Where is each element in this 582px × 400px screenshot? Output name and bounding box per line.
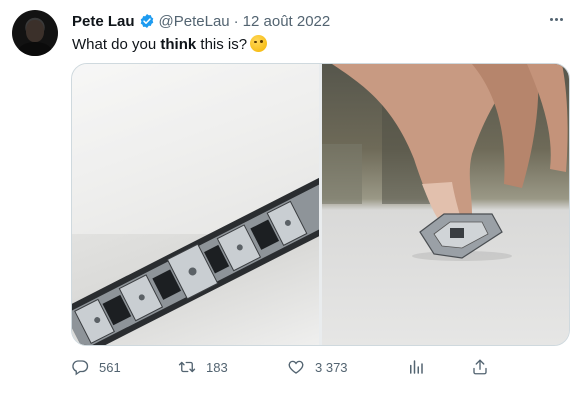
avatar[interactable] [12, 10, 58, 56]
tweet: Pete Lau @PeteLau · 12 août 2022 What do… [0, 0, 582, 400]
verified-badge-icon [140, 14, 153, 28]
avatar-face [26, 20, 44, 42]
tweet-text: What do you think this is? [72, 35, 268, 53]
reply-count: 561 [99, 359, 121, 375]
retweet-button[interactable]: 183 [178, 356, 228, 378]
author-name[interactable]: Pete Lau [72, 13, 135, 30]
tweet-date[interactable]: 12 août 2022 [243, 13, 331, 30]
more-options-icon[interactable] [544, 9, 568, 29]
more-dot [554, 17, 558, 21]
tweet-actions: 561 183 3 373 [71, 356, 501, 378]
hinge-illustration [72, 64, 319, 345]
like-icon [288, 360, 304, 374]
retweet-count: 183 [206, 359, 228, 375]
like-button[interactable]: 3 373 [287, 356, 348, 378]
more-dot [549, 17, 553, 21]
reply-button[interactable]: 561 [71, 356, 121, 378]
more-dot [559, 17, 563, 21]
retweet-icon [178, 361, 196, 373]
tweet-text-before: What do you [72, 36, 161, 53]
media-photo-folded-hinge[interactable] [322, 64, 569, 345]
tweet-header: Pete Lau @PeteLau · 12 août 2022 [72, 12, 330, 30]
avatar-shoulders [18, 42, 52, 56]
winking-face-emoji [250, 35, 268, 52]
folded-hinge [419, 213, 503, 259]
tweet-text-after: this is? [196, 36, 248, 53]
like-count: 3 373 [315, 359, 348, 375]
reply-icon [72, 360, 89, 376]
media-photo-hinge-closeup[interactable] [72, 64, 319, 345]
author-handle[interactable]: @PeteLau [159, 13, 230, 30]
hand-holding-hinge-illustration [322, 64, 568, 261]
header-separator: · [233, 12, 239, 30]
tweet-text-bold: think [160, 36, 197, 53]
views-button[interactable] [407, 356, 425, 378]
media-grid [71, 63, 570, 346]
share-icon [473, 359, 487, 375]
views-icon [410, 360, 423, 374]
share-button[interactable] [471, 356, 489, 378]
